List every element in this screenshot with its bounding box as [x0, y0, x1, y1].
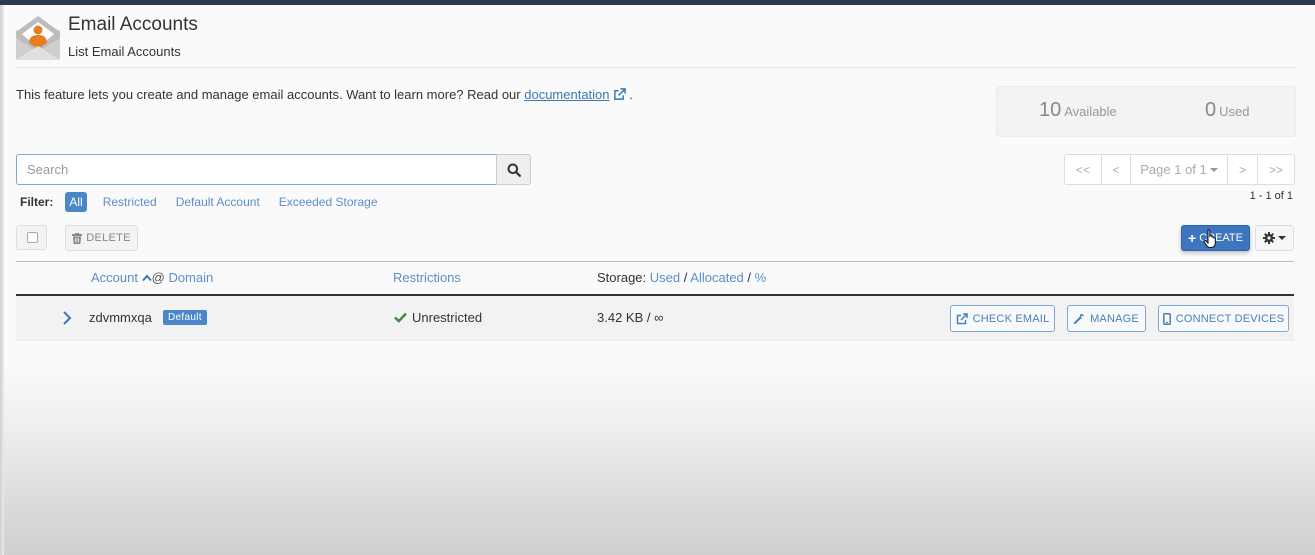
gear-icon [1263, 232, 1275, 244]
column-header-restrictions[interactable]: Restrictions [393, 270, 461, 285]
separator: / [683, 270, 688, 285]
page-select[interactable]: Page 1 of 1 [1131, 155, 1228, 184]
feature-description: This feature lets you create and manage … [16, 87, 633, 102]
header-divider [16, 67, 1296, 68]
available-label: Available [1064, 104, 1117, 119]
sort-by-account[interactable]: Account [91, 270, 138, 285]
check-email-button[interactable]: CHECK EMAIL [950, 305, 1055, 332]
next-page-button[interactable]: > [1228, 155, 1258, 184]
external-link-icon [613, 88, 626, 100]
sort-ascending-icon [141, 274, 152, 282]
documentation-link-label: documentation [524, 87, 610, 102]
sort-by-percent[interactable]: % [755, 270, 767, 285]
settings-dropdown-button[interactable] [1255, 225, 1294, 251]
mobile-device-icon [1162, 312, 1171, 325]
sort-by-allocated[interactable]: Allocated [690, 270, 743, 285]
storage-value: 3.42 KB / ∞ [597, 310, 664, 325]
plus-icon: + [1188, 230, 1197, 246]
row-divider [16, 340, 1294, 341]
filter-all[interactable]: All [65, 192, 87, 212]
sort-by-domain[interactable]: Domain [168, 270, 213, 285]
used-label: Used [1219, 104, 1250, 119]
at-symbol: @ [151, 270, 165, 285]
filter-bar: Filter: All Restricted Default Account E… [20, 192, 397, 212]
used-count: 0 [1205, 99, 1217, 121]
description-text: This feature lets you create and manage … [16, 87, 525, 102]
page-title: Email Accounts [68, 14, 198, 35]
account-name: zdvmmxqa [89, 310, 152, 325]
filter-label: Filter: [20, 195, 54, 209]
external-link-icon [956, 312, 968, 324]
manage-label: MANAGE [1090, 312, 1139, 325]
results-range: 1 - 1 of 1 [1249, 190, 1293, 202]
manage-button[interactable]: MANAGE [1067, 305, 1146, 332]
filter-exceeded-storage[interactable]: Exceeded Storage [279, 195, 378, 209]
restriction-status: Unrestricted [394, 310, 482, 325]
used-stat: 0 Used [1205, 99, 1249, 122]
envelope-user-icon [16, 16, 60, 60]
wrench-icon [1074, 314, 1084, 324]
column-header-storage: Storage: Used / Allocated / % [597, 270, 766, 285]
hand-cursor-icon [1203, 229, 1216, 248]
prev-page-button[interactable]: < [1102, 155, 1131, 184]
table-top-border [16, 261, 1294, 262]
connect-devices-label: CONNECT DEVICES [1175, 312, 1285, 325]
select-all-checkbox[interactable] [16, 225, 47, 250]
description-suffix: . [625, 87, 633, 102]
search-input[interactable] [16, 154, 497, 185]
filter-restricted[interactable]: Restricted [103, 195, 157, 209]
default-badge: Default [163, 310, 207, 325]
sort-by-used[interactable]: Used [650, 270, 680, 285]
left-edge [0, 5, 4, 555]
delete-button-label: DELETE [86, 232, 131, 244]
available-count: 10 [1039, 99, 1062, 121]
chevron-down-icon [1209, 167, 1218, 172]
last-page-button[interactable]: >> [1258, 155, 1294, 184]
browser-top-bar [0, 0, 1315, 5]
page-select-label: Page 1 of 1 [1140, 162, 1207, 177]
connect-devices-button[interactable]: CONNECT DEVICES [1158, 305, 1289, 332]
separator: / [747, 270, 752, 285]
page-subtitle: List Email Accounts [68, 44, 181, 59]
search-icon [507, 163, 521, 177]
table-row: zdvmmxqa Default Unrestricted 3.42 KB / … [16, 296, 1294, 340]
chevron-down-icon [1278, 236, 1286, 240]
checkmark-icon [394, 312, 407, 323]
pagination: << < Page 1 of 1 > >> [1064, 154, 1295, 185]
documentation-link[interactable]: documentation [524, 87, 626, 102]
storage-label: Storage: [597, 270, 647, 285]
column-header-account: Account @ Domain [91, 270, 213, 285]
restriction-label: Unrestricted [412, 310, 483, 325]
trash-icon [72, 232, 83, 244]
search-button[interactable] [496, 154, 531, 185]
check-email-label: CHECK EMAIL [972, 312, 1050, 325]
account-stats-panel: 10 Available 0 Used [996, 86, 1296, 137]
delete-button[interactable]: DELETE [65, 225, 138, 251]
available-stat: 10 Available [1039, 99, 1117, 122]
filter-default-account[interactable]: Default Account [176, 195, 260, 209]
chevron-right-icon[interactable] [61, 310, 73, 326]
first-page-button[interactable]: << [1065, 155, 1102, 184]
checkbox-icon [27, 232, 38, 243]
